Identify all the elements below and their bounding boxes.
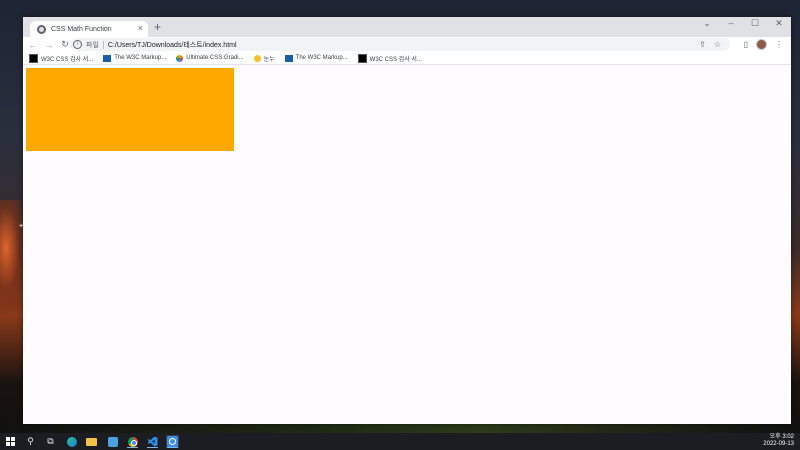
windows-icon [6,437,15,446]
search-button[interactable]: ⚲ [24,435,37,448]
bookmark-item[interactable]: The W3C Markup... [103,54,167,62]
gradient-icon [176,54,184,62]
w3c-text-icon [284,54,293,62]
bookmark-item[interactable]: W3C CSS 검사 서... [29,53,94,63]
bookmark-item[interactable]: W3C CSS 검사 서... [357,53,422,63]
taskbar: ⚲ ⧉ 오후 3:02 2022-09-13 [0,433,800,450]
orange-box [26,68,234,151]
bookmark-label: Ultimate CSS Gradi... [186,55,244,61]
settings-icon [167,436,178,447]
scheme-label: 파일 [86,41,99,49]
browser-toolbar: ← → ↻ i 파일 C:/Users/TJ/Downloads/테스트/ind… [23,37,791,52]
store-icon [107,436,118,447]
task-view-icon: ⧉ [47,436,54,446]
window-controls: ⌄ – ☐ ✕ [695,17,791,37]
bookmark-label: The W3C Markup... [114,55,167,61]
w3c-blue-icon [103,54,112,62]
menu-kebab-icon[interactable]: ⋮ [775,40,783,49]
address-actions: ⇪ ☆ [699,38,721,51]
edge-button[interactable] [65,435,78,448]
globe-icon [37,24,46,34]
tab-css-math-function[interactable]: CSS Math Function × [30,21,148,37]
toolbar-right: ▯ ⋮ [744,39,783,50]
settings-app-button[interactable] [166,435,179,448]
bookmark-label: W3C CSS 검사 서... [369,56,422,63]
back-button[interactable]: ← [27,40,39,50]
bookmark-label: 눈누 [263,56,275,63]
close-window-button[interactable]: ✕ [767,17,791,31]
url-text[interactable]: C:/Users/TJ/Downloads/테스트/index.html [108,40,237,50]
file-explorer-button[interactable] [85,435,98,448]
profile-avatar[interactable] [756,39,767,50]
clock-time: 오후 3:02 [769,434,794,440]
search-icon: ⚲ [27,436,34,446]
tab-strip: CSS Math Function × + ⌄ – ☐ ✕ [23,17,791,37]
address-separator [102,40,104,49]
page-viewport [23,65,791,424]
clock-date: 2022-09-13 [763,441,794,447]
bookmark-label: The W3C Markup... [295,55,348,61]
vscode-icon [147,436,158,447]
noonnu-icon [253,54,261,62]
bookmark-item[interactable]: 눈누 [253,54,275,63]
bookmark-star-icon[interactable]: ☆ [714,40,721,49]
active-indicator [147,447,158,448]
share-icon[interactable]: ⇪ [699,40,706,49]
browser-window: CSS Math Function × + ⌄ – ☐ ✕ ← → ↻ i 파일… [23,17,791,424]
bookmark-item[interactable]: Ultimate CSS Gradi... [176,54,244,62]
active-indicator [127,447,138,448]
w3c-icon [357,53,367,63]
system-clock[interactable]: 오후 3:02 2022-09-13 [763,434,794,448]
new-tab-button[interactable]: + [154,21,161,33]
bookmark-label: W3C CSS 검사 서... [41,56,94,63]
tab-close-icon[interactable]: × [138,23,143,33]
edge-icon [66,436,77,447]
vscode-button[interactable] [146,435,159,448]
tab-search-chevron-icon[interactable]: ⌄ [695,17,719,31]
store-button[interactable] [106,435,119,448]
bookmarks-bar: W3C CSS 검사 서... The W3C Markup... Ultima… [23,52,791,65]
info-icon[interactable]: i [73,40,82,49]
tab-title: CSS Math Function [51,25,112,33]
folder-icon [86,437,97,446]
address-bar[interactable]: i 파일 C:/Users/TJ/Downloads/테스트/index.htm… [70,38,730,51]
minimize-button[interactable]: – [719,17,743,31]
side-panel-icon[interactable]: ▯ [744,40,748,49]
bookmark-item[interactable]: The W3C Markup... [284,54,348,62]
start-button[interactable] [4,435,17,448]
maximize-button[interactable]: ☐ [743,17,767,31]
active-indicator [167,447,178,448]
forward-button[interactable]: → [43,40,55,50]
chrome-icon [127,436,138,447]
task-view-button[interactable]: ⧉ [44,435,57,448]
w3c-icon [29,53,38,63]
chrome-button[interactable] [126,435,139,448]
